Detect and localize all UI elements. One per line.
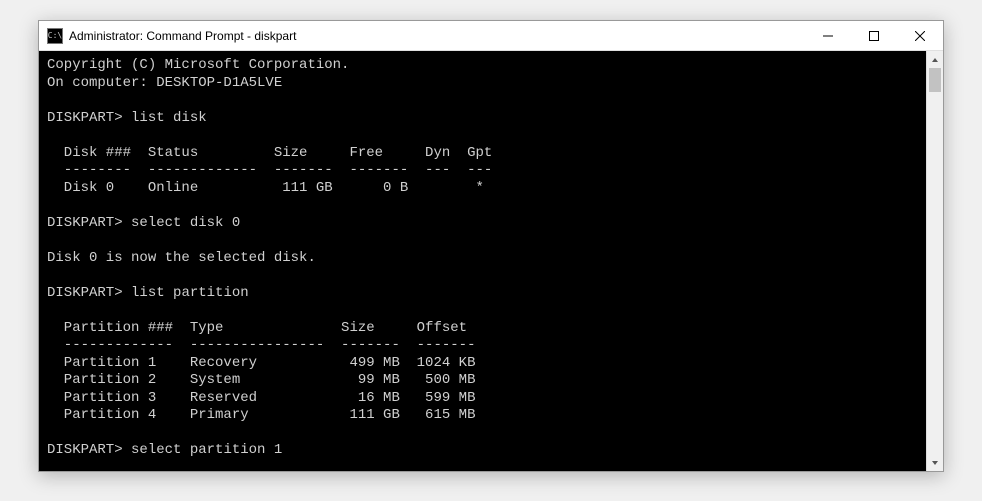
partition-table-row: Partition 3 Reserved 16 MB 599 MB — [47, 390, 475, 406]
client-area: Copyright (C) Microsoft Corporation. On … — [39, 51, 943, 471]
partition-table-row: Partition 4 Primary 111 GB 615 MB — [47, 407, 475, 423]
disk-table-separator: -------- ------------- ------- ------- -… — [47, 162, 492, 178]
terminal-output[interactable]: Copyright (C) Microsoft Corporation. On … — [39, 51, 926, 471]
partition-table-separator: ------------- ---------------- ------- -… — [47, 337, 475, 353]
scroll-up-button[interactable] — [927, 51, 943, 68]
partition-table-row: Partition 2 System 99 MB 500 MB — [47, 372, 475, 388]
maximize-button[interactable] — [851, 21, 897, 50]
computer-line: On computer: DESKTOP-D1A5LVE — [47, 75, 282, 91]
minimize-button[interactable] — [805, 21, 851, 50]
titlebar[interactable]: C:\ Administrator: Command Prompt - disk… — [39, 21, 943, 51]
copyright-line: Copyright (C) Microsoft Corporation. — [47, 57, 349, 73]
cmd-select-partition: select partition 1 — [131, 442, 282, 458]
window: C:\ Administrator: Command Prompt - disk… — [38, 20, 944, 472]
prompt: DISKPART> — [47, 110, 123, 126]
prompt: DISKPART> — [47, 442, 123, 458]
cmd-icon: C:\ — [47, 28, 63, 44]
window-title: Administrator: Command Prompt - diskpart — [69, 29, 805, 43]
partition-table-header: Partition ### Type Size Offset — [47, 320, 467, 336]
window-controls — [805, 21, 943, 50]
close-button[interactable] — [897, 21, 943, 50]
cmd-list-partition: list partition — [131, 285, 249, 301]
disk-table-row: Disk 0 Online 111 GB 0 B * — [47, 180, 484, 196]
scroll-down-button[interactable] — [927, 454, 943, 471]
scroll-thumb[interactable] — [929, 68, 941, 92]
prompt: DISKPART> — [47, 285, 123, 301]
cmd-icon-glyph: C:\ — [47, 28, 63, 44]
cmd-list-disk: list disk — [131, 110, 207, 126]
cmd-select-disk: select disk 0 — [131, 215, 240, 231]
disk-table-header: Disk ### Status Size Free Dyn Gpt — [47, 145, 492, 161]
partition-table-row: Partition 1 Recovery 499 MB 1024 KB — [47, 355, 475, 371]
prompt: DISKPART> — [47, 215, 123, 231]
selected-disk-msg: Disk 0 is now the selected disk. — [47, 250, 316, 266]
vertical-scrollbar[interactable] — [926, 51, 943, 471]
